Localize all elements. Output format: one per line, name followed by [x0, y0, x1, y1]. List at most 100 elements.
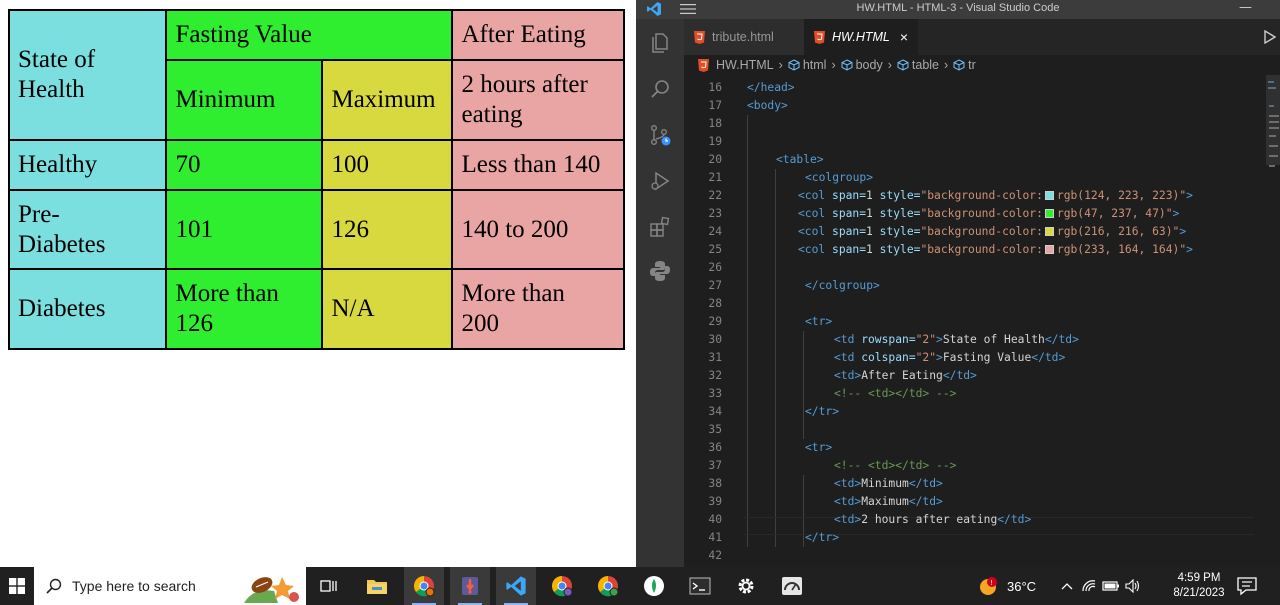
header-state-of-health: State of Health [7, 9, 168, 141]
minimize-icon[interactable]: — [1239, 0, 1252, 15]
tab-hw-html[interactable]: HW.HTML × [804, 19, 918, 55]
header-maximum: Maximum [321, 59, 454, 141]
line-number: 39 [708, 495, 722, 508]
code-token: <col [798, 207, 833, 220]
code-line: 29 <tr> [684, 313, 1274, 331]
svg-text:!: ! [990, 579, 993, 587]
weather-widget[interactable]: ! 36°C [977, 567, 1036, 605]
extensions-icon[interactable] [648, 215, 672, 239]
chevron-up-icon[interactable] [1058, 577, 1076, 595]
code-token: <td [834, 369, 855, 382]
code-line: 25 <col span=1 style="background-color: rg… [684, 241, 1274, 259]
chevron-right-icon: › [944, 58, 949, 72]
code-line: 31 <td colspan="2">Fasting Value</td> [684, 349, 1274, 367]
line-number: 35 [708, 423, 722, 436]
color-swatch[interactable] [1044, 227, 1054, 236]
python-icon[interactable] [648, 259, 672, 283]
system-clock[interactable]: 4:59 PM 8/21/2023 [1168, 571, 1230, 601]
line-number: 31 [708, 351, 722, 364]
file-explorer-icon[interactable] [357, 567, 397, 605]
windows-logo-icon [9, 578, 25, 594]
code-line: 26 [684, 259, 1274, 277]
scrollbar-thumb[interactable] [1266, 75, 1280, 165]
cell-state: Pre-Diabetes [7, 189, 168, 270]
line-number: 42 [708, 549, 722, 562]
taskbar-search-box[interactable]: Type here to search [34, 567, 306, 605]
color-swatch[interactable] [1044, 191, 1054, 200]
code-token: </colgroup> [805, 279, 880, 292]
terminal-icon[interactable] [680, 567, 720, 605]
code-token: </td> [997, 513, 1032, 526]
notification-icon[interactable] [1236, 576, 1258, 596]
code-line: 18 [684, 115, 1274, 133]
code-token: <td [834, 351, 855, 364]
table-row: State of Health Fasting Value After Eati… [7, 9, 626, 141]
color-swatch[interactable] [1044, 209, 1054, 218]
chrome-profile-icon[interactable] [588, 567, 628, 605]
code-token: </td> [1044, 333, 1079, 346]
breadcrumb-html[interactable]: html [803, 58, 827, 72]
window-title: HW.HTML - HTML-3 - Visual Studio Code [856, 2, 1060, 14]
code-line: 17 <body> [684, 97, 1274, 115]
code-line: 24 <col span=1 style="background-color: rg… [684, 223, 1274, 241]
app-pin-icon[interactable] [450, 567, 490, 605]
code-token: rgb(47, 237, 47)" [1056, 207, 1173, 220]
tab-label: tribute.html [712, 30, 774, 44]
code-line: 21 <colgroup> [684, 169, 1274, 187]
start-button[interactable] [0, 567, 34, 605]
line-number: 29 [708, 315, 722, 328]
explorer-icon[interactable] [648, 31, 672, 55]
mongodb-compass-icon[interactable] [634, 567, 674, 605]
vscode-icon[interactable] [496, 567, 536, 605]
close-icon[interactable]: × [900, 29, 908, 45]
task-view-icon[interactable] [309, 567, 349, 605]
chevron-right-icon: › [887, 58, 892, 72]
breadcrumb-file[interactable]: HW.HTML [716, 58, 774, 72]
activity-bar [636, 19, 684, 567]
breadcrumb-tr[interactable]: tr [968, 58, 976, 72]
code-token: 1 [866, 207, 873, 220]
line-number: 38 [708, 477, 722, 490]
line-number: 19 [708, 135, 722, 148]
header-after-eating: After Eating [451, 9, 626, 61]
volume-icon[interactable] [1124, 577, 1142, 595]
battery-icon[interactable] [1102, 577, 1120, 595]
code-line: 33 <!-- <td></td> --> [684, 385, 1274, 403]
chrome-profile-icon[interactable] [542, 567, 582, 605]
code-token: > [936, 333, 943, 346]
code-line: 41 </tr> [684, 529, 1274, 547]
code-token: Fasting Value [942, 351, 1032, 364]
code-line: 34 </tr> [684, 403, 1274, 421]
color-swatch[interactable] [1044, 245, 1054, 254]
code-token: > [1172, 207, 1180, 220]
cell-after: 140 to 200 [451, 189, 626, 270]
code-line: 22 <col span=1 style="background-color: rg… [684, 187, 1274, 205]
line-number: 23 [708, 207, 722, 220]
network-icon[interactable] [1080, 577, 1098, 595]
chrome-icon[interactable] [404, 567, 444, 605]
code-token: 1 [866, 225, 873, 238]
code-token: <colgroup> [805, 171, 874, 184]
run-debug-icon[interactable] [648, 169, 672, 193]
code-token: </td> [942, 369, 977, 382]
code-token: </tr> [805, 531, 840, 544]
line-number: 41 [708, 531, 722, 544]
line-number: 34 [708, 405, 722, 418]
breadcrumb-table[interactable]: table [912, 58, 939, 72]
code-comment: <!-- <td></td> --> [834, 459, 957, 472]
tab-tribute-html[interactable]: tribute.html [684, 19, 804, 55]
code-token: <body> [747, 99, 788, 112]
source-control-icon[interactable] [648, 123, 672, 147]
code-token: "background-color: [920, 243, 1043, 256]
code-line: 30 <td rowspan="2">State of Health</td> [684, 331, 1274, 349]
code-token: rgb(233, 164, 164)" [1056, 243, 1187, 256]
app-speedometer-icon[interactable] [772, 567, 812, 605]
code-line: 38 <td>Minimum</td> [684, 475, 1274, 493]
search-icon[interactable] [648, 77, 672, 101]
code-token: </td> [1031, 351, 1066, 364]
line-number: 18 [708, 117, 722, 130]
settings-gear-icon[interactable] [726, 567, 766, 605]
code-token: > [936, 351, 943, 364]
breadcrumb-body[interactable]: body [856, 58, 883, 72]
run-icon[interactable] [1264, 30, 1276, 44]
